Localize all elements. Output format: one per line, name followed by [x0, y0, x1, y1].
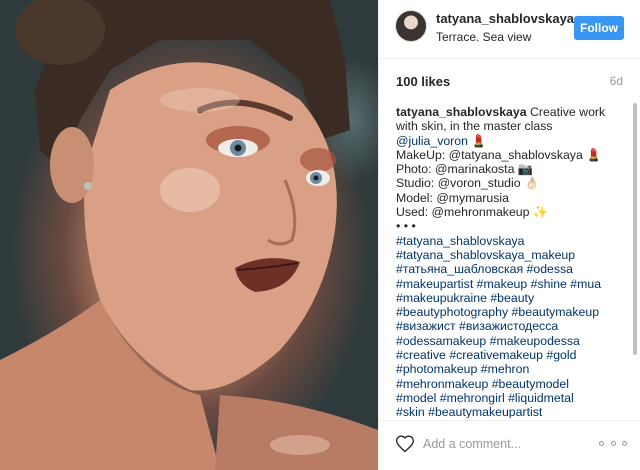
comment-divider [379, 420, 640, 421]
post-photo [0, 0, 378, 470]
caption-line: Model: @mymarusia [396, 190, 509, 205]
hashtag-line[interactable]: #photomakeup #mehron [396, 362, 624, 376]
hashtag-line[interactable]: #tatyana_shablovskaya_makeup [396, 248, 624, 262]
caption-line: Photo: @marinakosta 📷 [396, 162, 534, 177]
caption-author-link[interactable]: tatyana_shablovskaya [396, 105, 527, 119]
hashtag-line[interactable]: #татьяна_шабловская #odessa [396, 262, 624, 276]
dot-icon [622, 440, 627, 446]
likes-count[interactable]: 100 likes [396, 74, 450, 89]
portrait-illustration [0, 0, 378, 470]
hashtag-line[interactable]: #mehronmakeup #beautymodel [396, 377, 624, 391]
caption-line: MakeUp: @tatyana_shablovskaya 💄 [396, 147, 602, 162]
caption: tatyana_shablovskaya Creative work with … [396, 105, 624, 418]
caption-text: Creative work [526, 105, 606, 119]
hashtag-line[interactable]: #skin #beautymakeupartist [396, 405, 624, 418]
caption-line: Used: @mehronmakeup ✨ [396, 205, 549, 220]
post-header: tatyana_shablovskaya Terrace. Sea view F… [379, 0, 640, 59]
location-link[interactable]: Terrace. Sea view [436, 30, 531, 44]
hashtag-line[interactable]: #beautyphotography #beautymakeup [396, 305, 624, 319]
hashtag-line[interactable]: #model #mehrongirl #liquidmetal [396, 391, 624, 405]
hashtag-line[interactable]: #creative #creativemakeup #gold [396, 348, 624, 362]
caption-scrollbar[interactable] [633, 103, 637, 355]
avatar[interactable] [395, 10, 427, 42]
caption-mention-line[interactable]: @julia_voron 💄 [396, 134, 624, 148]
hashtag-line[interactable]: #makeupartist #makeup #shine #mua [396, 277, 624, 291]
hashtag-line[interactable]: #визажист #визажистодесса [396, 319, 624, 333]
hashtag-line[interactable]: #tatyana_shablovskaya [396, 234, 624, 248]
caption-line: with skin, in the master class [396, 119, 553, 134]
more-options-icon[interactable] [599, 436, 627, 450]
caption-line: Studio: @voron_studio 👌🏻 [396, 176, 540, 191]
username-link[interactable]: tatyana_shablovskaya [436, 11, 574, 26]
comment-input[interactable] [423, 435, 573, 453]
caption-separator: • • • [396, 219, 416, 234]
hashtag-line[interactable]: #makeupukraine #beauty [396, 291, 624, 305]
dot-icon [610, 440, 616, 446]
dot-icon [599, 440, 604, 446]
caption-line: tatyana_shablovskaya Creative work [396, 105, 624, 119]
heart-icon[interactable] [395, 434, 415, 454]
post-side-panel: tatyana_shablovskaya Terrace. Sea view F… [379, 0, 640, 470]
hashtag-line[interactable]: #odessamakeup #makeupodessa [396, 334, 624, 348]
post-age[interactable]: 6d [610, 74, 623, 88]
follow-button[interactable]: Follow [574, 16, 624, 40]
